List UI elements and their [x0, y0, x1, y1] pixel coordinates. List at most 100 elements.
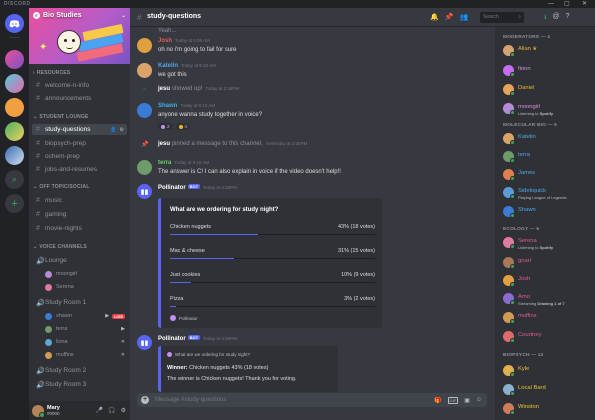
avatar[interactable] [137, 103, 152, 118]
sticker-icon[interactable]: ▣ [464, 397, 470, 404]
server-icon-bio-studies[interactable] [5, 50, 24, 69]
poll-option[interactable]: Chicken nuggets 43% (18 votes) [170, 224, 375, 230]
voice-channel-study-room-1[interactable]: 🔊 Study Room 1 [32, 297, 127, 308]
poll-embed: What are we ordering for study night? Ch… [158, 198, 382, 328]
channel-gaming[interactable]: # gaming [32, 209, 127, 220]
member-item[interactable]: Courtney [501, 329, 591, 345]
gift-icon[interactable]: 🎁 [434, 397, 441, 404]
emoji-icon[interactable]: ☺ [476, 397, 482, 404]
channel-movie-nights[interactable]: # movie-nights [32, 223, 127, 234]
member-item[interactable]: Shawn [501, 204, 591, 220]
voice-user[interactable]: moongirl [45, 269, 127, 279]
member-item[interactable]: James [501, 167, 591, 183]
message-author[interactable]: Pollinator BOT Today at 4:38PM [158, 184, 237, 191]
gif-icon[interactable]: GIF [447, 396, 459, 404]
avatar[interactable] [137, 63, 152, 78]
voice-user[interactable]: muffins ✕ [45, 350, 127, 360]
maximize-icon[interactable]: ▢ [564, 0, 570, 8]
poll-option[interactable]: Pizza 3% (2 votes) [170, 296, 375, 302]
reaction[interactable]: 2 [158, 123, 173, 130]
voice-user[interactable]: shawn ▶ LIVE [45, 311, 127, 321]
gear-icon[interactable]: ⚙ [120, 127, 124, 133]
voice-channel-study-room-2[interactable]: 🔊 Study Room 2 [32, 365, 127, 376]
avatar[interactable] [137, 160, 152, 175]
message-author[interactable]: Josh Today at 9:08 AM [158, 38, 210, 44]
close-icon[interactable]: ✕ [582, 0, 587, 8]
add-server-icon[interactable]: + [5, 194, 24, 213]
channel-announcements[interactable]: # announcements [32, 93, 127, 104]
member-item[interactable]: Allan ♛ [501, 43, 591, 59]
message-input[interactable]: Message #study-questions [155, 397, 226, 403]
bell-icon[interactable]: 🔔 [430, 13, 439, 21]
add-attachment-icon[interactable]: + [141, 396, 149, 404]
member-item[interactable]: Amo Streaming Drawing 1 of 7 [501, 291, 591, 307]
message-composer[interactable]: + Message #study-questions 🎁 GIF ▣ ☺ [137, 393, 487, 407]
voice-channel-study-room-3[interactable]: 🔊 Study Room 3 [32, 379, 127, 390]
channel-ochem-prep[interactable]: # ochem-prep [32, 151, 127, 162]
avatar [503, 65, 515, 77]
category-voice-channels[interactable]: ⌄ VOICE CHANNELS [33, 244, 87, 250]
member-item[interactable]: muffins [501, 310, 591, 326]
voice-user[interactable]: liona ✕ [45, 337, 127, 347]
avatar [503, 187, 515, 199]
channel-study-questions[interactable]: # study-questions 👤 ⚙ [32, 124, 127, 135]
member-item[interactable]: Winston [501, 401, 591, 417]
avatar[interactable] [32, 404, 45, 418]
member-item[interactable]: Local Bard [501, 382, 591, 398]
message-author[interactable]: terra Today at 9:18 AM [158, 160, 209, 166]
category-student-lounge[interactable]: ⌄ STUDENT LOUNGE [33, 114, 89, 120]
server-icon-2[interactable] [5, 74, 24, 93]
server-icon-4[interactable] [5, 122, 24, 141]
hash-icon: # [137, 13, 142, 22]
channel-welcome[interactable]: # welcome-n-info [32, 80, 127, 91]
message-author[interactable]: Pollinator BOT Today at 4:56PM [158, 335, 237, 342]
mention-icon[interactable]: @ [552, 13, 559, 24]
chevron-down-icon[interactable]: ⌄ [121, 12, 126, 19]
voice-user[interactable]: Serena [45, 282, 127, 292]
minimize-icon[interactable]: — [548, 0, 554, 8]
download-icon[interactable]: ⭳ [544, 13, 546, 24]
channel-music[interactable]: # music [32, 195, 127, 206]
pin-icon[interactable]: 📌 [445, 13, 454, 21]
headphones-icon[interactable]: 🎧 [108, 407, 115, 414]
voice-channel-lounge[interactable]: 🔊 Lounge [32, 255, 127, 266]
member-item[interactable]: Serena Listening to Spotify [501, 235, 591, 251]
voice-user[interactable]: terra ▶ [45, 324, 127, 334]
avatar[interactable] [137, 38, 152, 53]
bot-avatar[interactable]: ▮▮ [137, 335, 152, 350]
poll-option[interactable]: Just cookies 10% (9 votes) [170, 272, 375, 278]
server-name[interactable]: ✓ Bio Studies [33, 12, 82, 19]
category-resources[interactable]: › RESOURCES [33, 70, 70, 76]
member-item[interactable]: Sidekquick Playing League of Legends [501, 185, 591, 201]
member-item[interactable]: Daniel [501, 82, 591, 98]
result-header[interactable]: What are we ordering for study night? [167, 352, 250, 357]
server-icon-5[interactable] [5, 146, 24, 165]
pin-message: 📌 jesu pinned a message to this channel.… [141, 141, 308, 148]
message-author[interactable]: Katelin Today at 9:18 AM [158, 63, 216, 69]
help-icon[interactable]: ? [566, 13, 570, 24]
channel-biopsych-prep[interactable]: # biopsych-prep [32, 138, 127, 149]
channel-sidebar: ✦ ✓ Bio Studies ⌄ › RESOURCES # welcome-n-… [29, 8, 130, 420]
member-item[interactable]: gnarl [501, 255, 591, 271]
member-item[interactable]: Katelin [501, 131, 591, 147]
member-item[interactable]: terra [501, 149, 591, 165]
members-icon[interactable]: 👥 [459, 13, 468, 21]
home-discord-icon[interactable] [5, 14, 24, 33]
explore-icon[interactable]: ⌕ [5, 170, 24, 189]
channel-jobs-and-resumes[interactable]: # jobs-and-resumes [32, 164, 127, 175]
avatar [45, 312, 52, 320]
member-item[interactable]: moongirl Listening to Spotify [501, 101, 591, 117]
gear-icon[interactable]: ⚙ [121, 407, 126, 414]
search-input[interactable]: Search ⌕ [480, 12, 524, 23]
member-item[interactable]: Josh [501, 273, 591, 289]
message-author[interactable]: Shawn Today at 9:10 AM [158, 103, 215, 109]
server-icon-3[interactable] [5, 98, 24, 117]
invite-icon[interactable]: 👤 [110, 127, 116, 133]
reaction[interactable]: 4 [175, 123, 191, 130]
category-off-topic[interactable]: ⌄ OFF TOPIC/SOCIAL [33, 184, 89, 190]
bot-avatar[interactable]: ▮▮ [137, 184, 152, 199]
member-item[interactable]: fionn [501, 63, 591, 79]
microphone-icon[interactable]: 🎤 [96, 407, 103, 414]
member-item[interactable]: Kyle [501, 363, 591, 379]
poll-option[interactable]: Mac & cheese 31% (15 votes) [170, 248, 375, 254]
